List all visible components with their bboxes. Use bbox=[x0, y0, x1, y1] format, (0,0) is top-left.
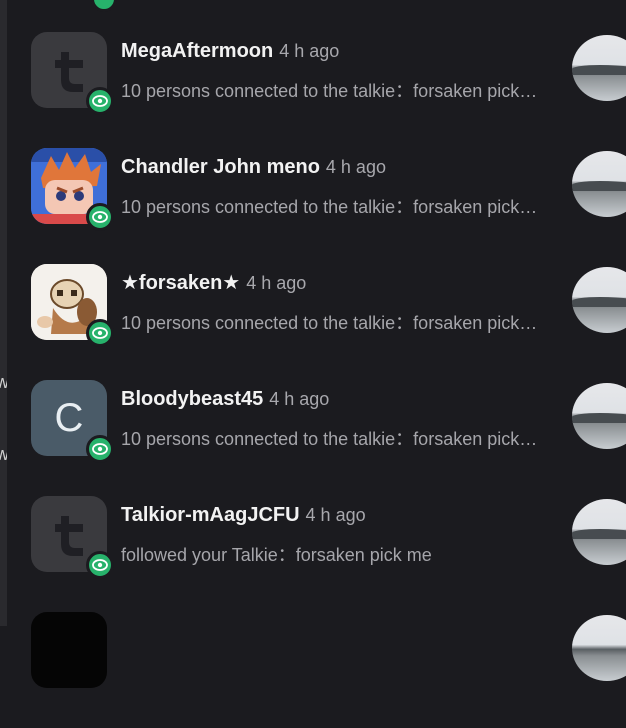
user-name[interactable]: MegaAftermoon bbox=[121, 40, 273, 62]
timestamp: 4 h ago bbox=[246, 273, 307, 293]
name-line: Talkior-mAagJCFU 4 h ago bbox=[121, 503, 366, 527]
timestamp: 4 h ago bbox=[279, 41, 340, 61]
notification-message: 10 persons connected to the talkie：forsa… bbox=[121, 197, 541, 217]
notification-message: 10 persons connected to the talkie：forsa… bbox=[121, 313, 541, 333]
talkie-thumbnail[interactable] bbox=[572, 35, 626, 101]
notification-message: 10 persons connected to the talkie：forsa… bbox=[121, 429, 541, 449]
avatar[interactable] bbox=[31, 612, 107, 688]
user-name[interactable]: Bloodybeast45 bbox=[121, 388, 263, 410]
eye-icon bbox=[86, 319, 114, 347]
user-name[interactable]: Chandler John meno bbox=[121, 156, 320, 178]
notification-row[interactable]: Talkior-mAagJCFU 4 h ago followed your Ta… bbox=[0, 496, 626, 612]
timestamp: 4 h ago bbox=[305, 505, 366, 525]
talkie-thumbnail[interactable] bbox=[572, 267, 626, 333]
name-line: ★forsaken★ 4 h ago bbox=[121, 271, 306, 295]
talkie-thumbnail[interactable] bbox=[572, 615, 626, 681]
notification-feed: MegaAftermoon 4 h ago 10 persons connecte… bbox=[0, 0, 626, 688]
name-line: Chandler John meno 4 h ago bbox=[121, 155, 386, 179]
eye-icon bbox=[86, 87, 114, 115]
eye-icon bbox=[86, 551, 114, 579]
eye-icon bbox=[86, 203, 114, 231]
talkie-thumbnail[interactable] bbox=[572, 383, 626, 449]
notification-row-partial[interactable] bbox=[0, 612, 626, 728]
notification-message: followed your Talkie：forsaken pick me bbox=[121, 545, 432, 565]
user-name[interactable]: ★forsaken★ bbox=[121, 272, 240, 294]
eye-icon bbox=[86, 435, 114, 463]
timestamp: 4 h ago bbox=[269, 389, 330, 409]
name-line: Bloodybeast45 4 h ago bbox=[121, 387, 329, 411]
notification-row[interactable]: MegaAftermoon 4 h ago 10 persons connecte… bbox=[0, 32, 626, 148]
timestamp: 4 h ago bbox=[325, 157, 386, 177]
talkie-thumbnail[interactable] bbox=[572, 151, 626, 217]
user-name[interactable]: Talkior-mAagJCFU bbox=[121, 504, 300, 526]
name-line: MegaAftermoon 4 h ago bbox=[121, 39, 339, 63]
talkie-thumbnail[interactable] bbox=[572, 499, 626, 565]
notification-row[interactable]: Chandler John meno 4 h ago 10 persons con… bbox=[0, 148, 626, 264]
notification-row[interactable]: ★forsaken★ 4 h ago 10 persons connected t… bbox=[0, 264, 626, 380]
notification-message: 10 persons connected to the talkie：forsa… bbox=[121, 81, 541, 101]
notification-row[interactable]: C Bloodybeast45 4 h ago 10 persons connec… bbox=[0, 380, 626, 496]
